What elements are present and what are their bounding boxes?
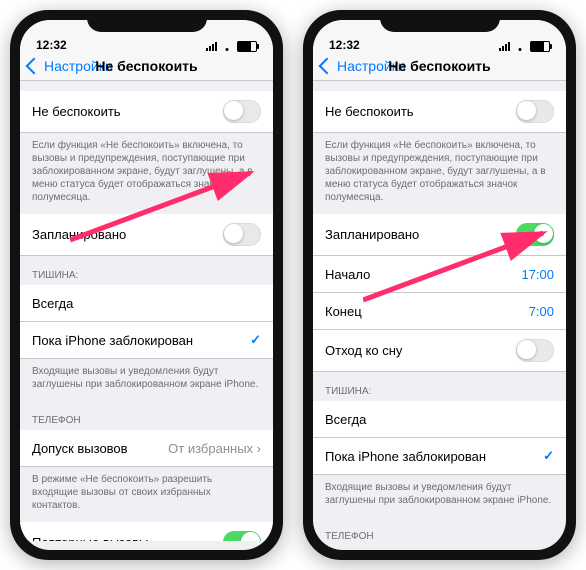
row-silence-always[interactable]: Всегда — [313, 401, 566, 438]
content-right[interactable]: Не беспокоить Если функция «Не беспокоит… — [313, 81, 566, 541]
phone-header: ТЕЛЕФОН — [20, 401, 273, 430]
bedtime-toggle[interactable] — [516, 339, 554, 362]
scheduled-toggle[interactable] — [516, 223, 554, 246]
dnd-note: Если функция «Не беспокоить» включена, т… — [20, 133, 273, 214]
screen-right: 12:32 Настройки Не беспокоить Не беспоко… — [313, 20, 566, 550]
status-icons — [499, 41, 550, 52]
end-value: 7:00 — [529, 304, 554, 319]
silence-always-label: Всегда — [325, 412, 366, 427]
signal-icon — [206, 42, 217, 51]
row-silence-locked[interactable]: Пока iPhone заблокирован ✓ — [20, 322, 273, 359]
row-dnd[interactable]: Не беспокоить — [20, 91, 273, 133]
row-silence-locked[interactable]: Пока iPhone заблокирован ✓ — [313, 438, 566, 475]
chevron-left-icon — [26, 58, 43, 75]
start-value: 17:00 — [521, 267, 554, 282]
notch — [87, 10, 207, 32]
silence-header: ТИШИНА: — [313, 372, 566, 401]
phone-left: 12:32 Настройки Не беспокоить Не беспоко… — [10, 10, 283, 560]
signal-icon — [499, 42, 510, 51]
scheduled-label: Запланировано — [32, 227, 126, 242]
end-label: Конец — [325, 304, 362, 319]
row-silence-always[interactable]: Всегда — [20, 285, 273, 322]
silence-note: Входящие вызовы и уведомления будут загл… — [313, 475, 566, 517]
status-icons — [206, 41, 257, 52]
notch — [380, 10, 500, 32]
dnd-toggle[interactable] — [516, 100, 554, 123]
bedtime-label: Отход ко сну — [325, 343, 402, 358]
silence-note: Входящие вызовы и уведомления будут загл… — [20, 359, 273, 401]
battery-icon — [237, 41, 257, 52]
scheduled-toggle[interactable] — [223, 223, 261, 246]
row-bedtime[interactable]: Отход ко сну — [313, 330, 566, 372]
status-time: 12:32 — [36, 38, 67, 52]
start-label: Начало — [325, 267, 370, 282]
silence-header: ТИШИНА: — [20, 256, 273, 285]
row-scheduled[interactable]: Запланировано — [313, 214, 566, 256]
allow-value: От избранных › — [168, 441, 261, 456]
nav-header: Настройки Не беспокоить — [313, 54, 566, 81]
checkmark-icon: ✓ — [250, 332, 261, 348]
nav-header: Настройки Не беспокоить — [20, 54, 273, 81]
row-start[interactable]: Начало 17:00 — [313, 256, 566, 293]
wifi-icon — [221, 42, 233, 51]
screen-left: 12:32 Настройки Не беспокоить Не беспоко… — [20, 20, 273, 550]
chevron-left-icon — [319, 58, 336, 75]
phone-header: ТЕЛЕФОН — [313, 517, 566, 541]
silence-locked-label: Пока iPhone заблокирован — [32, 333, 193, 348]
silence-locked-label: Пока iPhone заблокирован — [325, 449, 486, 464]
dnd-label: Не беспокоить — [32, 104, 121, 119]
dnd-label: Не беспокоить — [325, 104, 414, 119]
page-title: Не беспокоить — [388, 58, 490, 74]
row-scheduled[interactable]: Запланировано — [20, 214, 273, 256]
status-time: 12:32 — [329, 38, 360, 52]
row-dnd[interactable]: Не беспокоить — [313, 91, 566, 133]
scheduled-label: Запланировано — [325, 227, 419, 242]
allow-note: В режиме «Не беспокоить» разрешить входя… — [20, 467, 273, 522]
row-end[interactable]: Конец 7:00 — [313, 293, 566, 330]
row-repeat-calls[interactable]: Повторные вызовы — [20, 522, 273, 541]
allow-label: Допуск вызовов — [32, 441, 128, 456]
checkmark-icon: ✓ — [543, 448, 554, 464]
content-left[interactable]: Не беспокоить Если функция «Не беспокоит… — [20, 81, 273, 541]
battery-icon — [530, 41, 550, 52]
dnd-note: Если функция «Не беспокоить» включена, т… — [313, 133, 566, 214]
repeat-label: Повторные вызовы — [32, 535, 148, 541]
dnd-toggle[interactable] — [223, 100, 261, 123]
silence-always-label: Всегда — [32, 296, 73, 311]
page-title: Не беспокоить — [95, 58, 197, 74]
row-allow-calls[interactable]: Допуск вызовов От избранных › — [20, 430, 273, 467]
wifi-icon — [514, 42, 526, 51]
phone-right: 12:32 Настройки Не беспокоить Не беспоко… — [303, 10, 576, 560]
repeat-toggle[interactable] — [223, 531, 261, 541]
